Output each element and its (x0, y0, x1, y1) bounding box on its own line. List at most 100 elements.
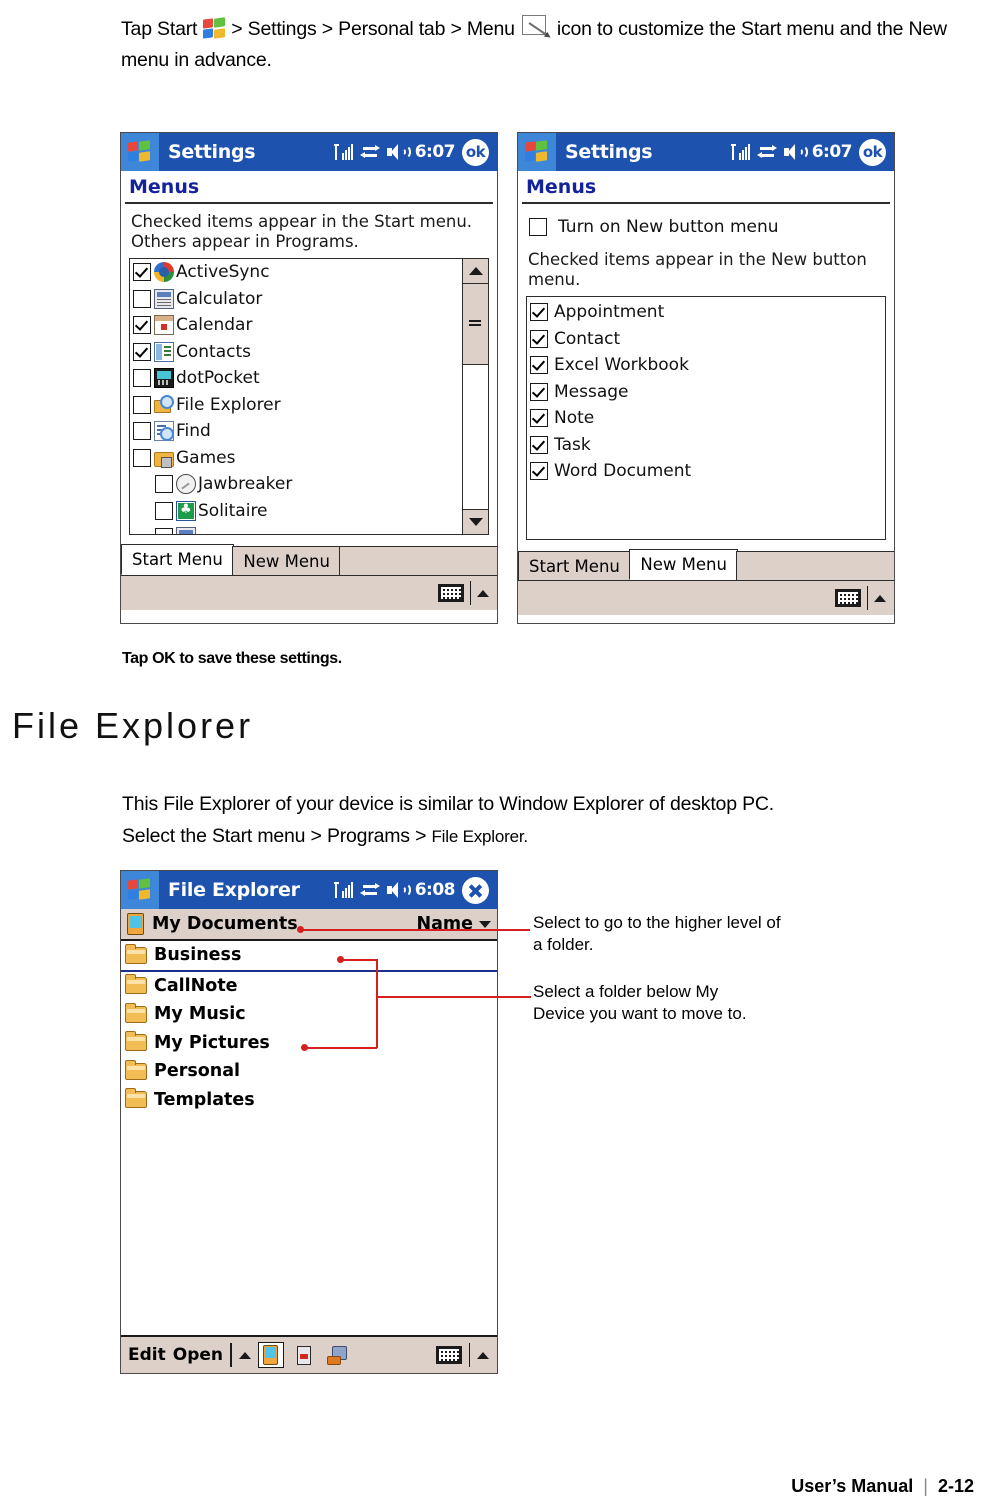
sort-dropdown[interactable]: Name (416, 914, 491, 934)
scrollbar-thumb[interactable] (463, 284, 488, 365)
signal-bars-icon[interactable] (730, 144, 751, 160)
titlebar-title: File Explorer (168, 879, 300, 901)
start-button[interactable] (518, 133, 556, 171)
start-menu-items-listbox[interactable]: ActiveSync Calculator Calendar Contacts (129, 258, 489, 535)
list-item[interactable]: Excel Workbook (527, 352, 885, 379)
signal-bars-icon[interactable] (333, 882, 354, 898)
clock[interactable]: 6:07 (812, 142, 853, 162)
folder-name: My Music (154, 1004, 246, 1025)
list-item[interactable]: Business (121, 941, 497, 972)
checkbox-icon[interactable] (133, 422, 151, 441)
checkbox-icon[interactable] (133, 448, 151, 467)
list-item[interactable]: Calculator (130, 286, 462, 313)
checkbox-icon[interactable] (155, 475, 173, 494)
connectivity-icon[interactable] (756, 144, 777, 160)
checkbox-icon[interactable] (155, 528, 173, 534)
checkbox-checked-icon[interactable] (133, 263, 151, 282)
folder-icon (125, 1031, 147, 1052)
checkbox-checked-icon[interactable] (530, 382, 548, 401)
chevron-up-icon[interactable] (238, 1351, 251, 1359)
chevron-up-icon[interactable] (477, 1351, 489, 1359)
current-folder-dropdown[interactable]: My Documents (152, 914, 298, 934)
checkbox-checked-icon[interactable] (133, 342, 151, 361)
checkbox-icon[interactable] (133, 289, 151, 308)
speaker-icon[interactable] (386, 882, 411, 898)
checkbox-checked-icon[interactable] (530, 329, 548, 348)
connectivity-icon[interactable] (359, 144, 380, 160)
list-item[interactable]: File Explorer (130, 392, 462, 419)
list-item[interactable]: My Music (121, 1000, 497, 1029)
device-storage-button[interactable] (257, 1342, 284, 1368)
tab-start-menu[interactable]: Start Menu (121, 544, 234, 575)
tab-start-menu[interactable]: Start Menu (518, 551, 631, 580)
list-item[interactable]: Solitaire (130, 498, 462, 525)
list-item[interactable]: Jawbreaker (130, 471, 462, 498)
start-button[interactable] (121, 871, 159, 909)
keyboard-icon[interactable] (834, 589, 861, 607)
clock[interactable]: 6:07 (415, 142, 456, 162)
connectivity-icon[interactable] (359, 882, 380, 898)
settings-new-titlebar: Settings 6:07 ok (518, 133, 894, 171)
new-menu-items-listbox[interactable]: Appointment Contact Excel Workbook Messa… (526, 296, 886, 540)
page-title: Menus (121, 171, 497, 202)
checkbox-checked-icon[interactable] (530, 409, 548, 428)
list-item[interactable]: ActiveSync (130, 259, 462, 286)
checkbox-checked-icon[interactable] (530, 356, 548, 375)
listbox-scrollbar[interactable] (462, 259, 488, 534)
list-item[interactable]: Templates (121, 1086, 497, 1115)
turn-on-new-button-menu-row[interactable]: Turn on New button menu (526, 210, 886, 244)
close-icon[interactable] (462, 876, 489, 904)
list-item[interactable]: Note (527, 405, 885, 432)
ok-button[interactable]: ok (859, 138, 886, 166)
tab-new-menu[interactable]: New Menu (232, 546, 341, 575)
list-item[interactable]: Task (527, 432, 885, 459)
callout-leader-line (376, 996, 531, 998)
keyboard-icon[interactable] (435, 1346, 462, 1364)
keyboard-icon[interactable] (437, 584, 464, 602)
list-item[interactable]: Games (130, 445, 462, 472)
speaker-icon[interactable] (386, 144, 411, 160)
checkbox-checked-icon[interactable] (530, 462, 548, 481)
list-item-partial[interactable] (130, 524, 462, 534)
list-item[interactable]: Message (527, 379, 885, 406)
checkbox-checked-icon[interactable] (530, 303, 548, 322)
edit-menu-button[interactable]: Edit (128, 1345, 166, 1365)
checkbox-checked-icon[interactable] (133, 316, 151, 335)
checkbox-icon[interactable] (155, 501, 173, 520)
sort-dropdown-label: Name (416, 914, 473, 934)
speaker-icon[interactable] (783, 144, 808, 160)
scroll-down-button[interactable] (463, 509, 488, 534)
checkbox-checked-icon[interactable] (530, 435, 548, 454)
list-item[interactable]: Appointment (527, 299, 885, 326)
list-item[interactable]: My Pictures (121, 1029, 497, 1058)
jawbreaker-icon (176, 474, 196, 495)
open-menu-button[interactable]: Open (173, 1345, 223, 1365)
list-item[interactable]: Calendar (130, 312, 462, 339)
storage-card-button[interactable] (291, 1342, 317, 1368)
contacts-icon (154, 341, 174, 362)
list-item[interactable]: Word Document (527, 458, 885, 485)
checkbox-icon[interactable] (133, 395, 151, 414)
tab-new-menu[interactable]: New Menu (629, 549, 738, 580)
list-item[interactable]: Contact (527, 326, 885, 353)
windows-start-icon (202, 17, 227, 40)
list-item[interactable]: Personal (121, 1057, 497, 1086)
help-text-line2: menu. (528, 270, 581, 289)
network-share-button[interactable] (324, 1342, 350, 1368)
intro-text-part4: menu in advance. (121, 49, 272, 71)
scrollbar-track[interactable] (463, 365, 488, 509)
clock[interactable]: 6:08 (415, 880, 456, 900)
list-item[interactable]: Find (130, 418, 462, 445)
list-item[interactable]: dotPocket (130, 365, 462, 392)
help-text: Checked items appear in the Start menu. … (129, 204, 489, 258)
chevron-up-icon[interactable] (477, 589, 489, 597)
list-item[interactable]: Contacts (130, 339, 462, 366)
chevron-up-icon[interactable] (874, 594, 886, 602)
start-button[interactable] (121, 133, 159, 171)
help-text-line1: Checked items appear in the Start menu. (131, 212, 473, 231)
ok-button[interactable]: ok (462, 138, 489, 166)
scroll-up-button[interactable] (463, 259, 488, 284)
signal-bars-icon[interactable] (333, 144, 354, 160)
checkbox-icon[interactable] (133, 369, 151, 388)
checkbox-icon[interactable] (529, 218, 547, 236)
